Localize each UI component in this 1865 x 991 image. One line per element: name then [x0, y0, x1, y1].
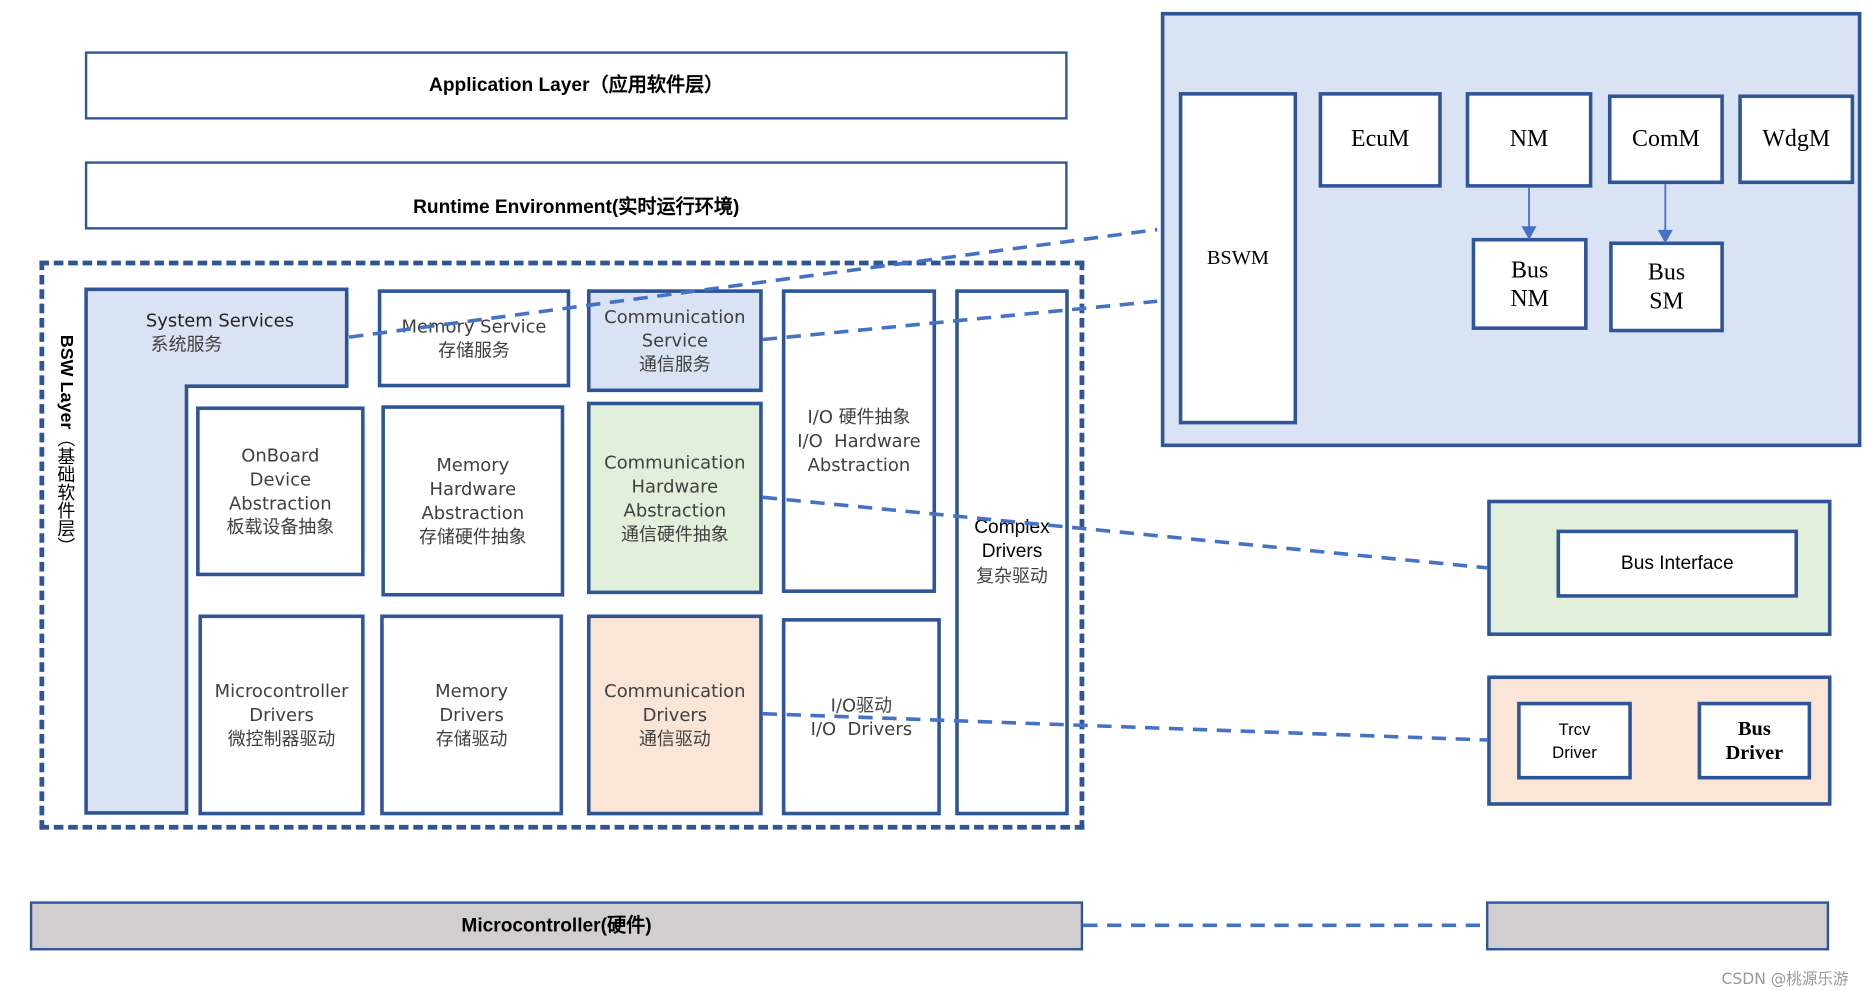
bus-driver-label-2: Driver [1725, 740, 1784, 764]
communication-service-label-cn: 通信服务 [638, 353, 711, 376]
memory-service-label-cn: 存储服务 [438, 339, 510, 362]
microcontroller-label: Microcontroller(硬件) [461, 915, 652, 936]
bswm-label: BSWM [1206, 246, 1270, 269]
nm-module: NM [1465, 92, 1593, 188]
system-services-label-cn: 系统服务 [150, 333, 223, 356]
bsw-layer-label-cn: （基础软件层） [54, 429, 77, 555]
onboard-label-3: Abstraction [229, 492, 332, 515]
memory-hw-label-3: Abstraction [421, 502, 525, 524]
autosar-diagram: Application Layer（应用软件层） Runtime Environ… [0, 0, 1865, 991]
system-services: System Services 系统服务 [146, 308, 294, 356]
bus-nm-label-2: NM [1510, 285, 1549, 312]
onboard-label-cn: 板载设备抽象 [226, 516, 335, 538]
comm-drivers-label-1: Communication [604, 680, 746, 702]
trcv-driver-label-2: Driver [1552, 741, 1597, 761]
bus-interface-module: Bus Interface [1556, 529, 1799, 598]
bswm-module: BSWM [1178, 92, 1298, 425]
comm-module: ComM [1607, 94, 1724, 185]
memory-drivers-label-1: Memory [435, 680, 509, 702]
communication-hardware-abstraction: Communication Hardware Abstraction 通信硬件抽… [586, 401, 763, 595]
communication-drivers: Communication Drivers 通信驱动 [586, 614, 763, 816]
comm-hw-label-1: Communication [604, 451, 746, 473]
onboard-label-1: OnBoard [241, 444, 320, 467]
complex-drivers-label-1: Complex [974, 517, 1050, 538]
io-hw-abstraction-label-2: Abstraction [807, 454, 911, 476]
hardware-detail-panel [1486, 901, 1830, 951]
watermark: CSDN @桃源乐游 [1721, 970, 1849, 989]
bus-sm-module: Bus SM [1609, 241, 1724, 333]
io-hw-abstraction-label-1: I/O Hardware [797, 430, 921, 452]
comm-drivers-label-cn: 通信驱动 [638, 728, 711, 750]
microcontroller-drivers: Microcontroller Drivers 微控制器驱动 [198, 614, 365, 816]
trcv-driver-module: Trcv Driver [1517, 701, 1632, 780]
communication-service-label-2: Service [641, 329, 708, 352]
memory-drivers: Memory Drivers 存储驱动 [380, 614, 564, 816]
io-drivers-label-cn: I/O驱动 [830, 693, 893, 716]
application-layer-label: Application Layer（应用软件层） [429, 74, 724, 96]
bus-nm-module: Bus NM [1471, 237, 1588, 330]
memory-drivers-label-2: Drivers [439, 704, 504, 726]
io-hardware-abstraction: I/O 硬件抽象 I/O Hardware Abstraction [781, 289, 937, 593]
io-hw-abstraction-label-cn: I/O 硬件抽象 [807, 406, 911, 428]
bus-interface-label: Bus Interface [1620, 552, 1734, 574]
comm-hw-label-2: Hardware [631, 475, 719, 497]
communication-service: Communication Service 通信服务 [586, 289, 763, 393]
wdgm-module: WdgM [1738, 94, 1855, 185]
comm-drivers-label-2: Drivers [642, 704, 708, 726]
rte-layer-label: Runtime Environment(实时运行环境) [413, 197, 740, 218]
complex-drivers-label-cn: 复杂驱动 [976, 565, 1048, 587]
nm-label: NM [1509, 125, 1549, 152]
system-services-label-en: System Services [145, 309, 295, 332]
bus-driver-module: Bus Driver [1697, 701, 1812, 780]
ecum-label: EcuM [1350, 125, 1410, 152]
wdgm-label: WdgM [1762, 125, 1831, 152]
memory-service: Memory Service 存储服务 [377, 289, 571, 388]
memory-service-label-en: Memory Service [401, 315, 547, 338]
complex-drivers: Complex Drivers 复杂驱动 [955, 289, 1069, 816]
mcu-drivers-label-2: Drivers [249, 704, 314, 726]
bus-sm-label-2: SM [1649, 288, 1684, 315]
bus-sm-label-1: Bus [1647, 259, 1686, 286]
bus-nm-label-1: Bus [1511, 256, 1549, 283]
ecum-module: EcuM [1318, 92, 1442, 188]
memory-hw-label-cn: 存储硬件抽象 [419, 526, 527, 548]
io-drivers-label-en: I/O Drivers [810, 717, 913, 740]
memory-drivers-label-cn: 存储驱动 [435, 728, 508, 750]
io-drivers: I/O驱动 I/O Drivers [781, 618, 941, 816]
communication-service-label-1: Communication [604, 306, 746, 328]
bsw-layer-label-en: BSW Layer [56, 334, 77, 430]
complex-drivers-label-2: Drivers [981, 541, 1043, 562]
microcontroller-layer: Microcontroller(硬件) [29, 901, 1084, 951]
bsw-layer-label: BSW Layer（基础软件层） [53, 335, 79, 555]
comm-hw-label-cn: 通信硬件抽象 [621, 523, 729, 545]
onboard-device-abstraction: OnBoard Device Abstraction 板载设备抽象 [196, 406, 365, 577]
trcv-driver-label-1: Trcv [1558, 719, 1591, 739]
bus-driver-label-1: Bus [1737, 716, 1771, 740]
comm-hw-label-3: Abstraction [623, 499, 727, 521]
memory-hw-label-2: Hardware [429, 478, 517, 500]
comm-label: ComM [1632, 125, 1700, 152]
runtime-environment-layer: Runtime Environment(实时运行环境) [84, 161, 1068, 230]
memory-hw-label-1: Memory [436, 454, 510, 476]
memory-hardware-abstraction: Memory Hardware Abstraction 存储硬件抽象 [381, 405, 565, 597]
onboard-label-2: Device [249, 468, 312, 491]
application-layer: Application Layer（应用软件层） [84, 51, 1068, 120]
mcu-drivers-label-cn: 微控制器驱动 [227, 728, 336, 750]
mcu-drivers-label-1: Microcontroller [214, 680, 349, 702]
